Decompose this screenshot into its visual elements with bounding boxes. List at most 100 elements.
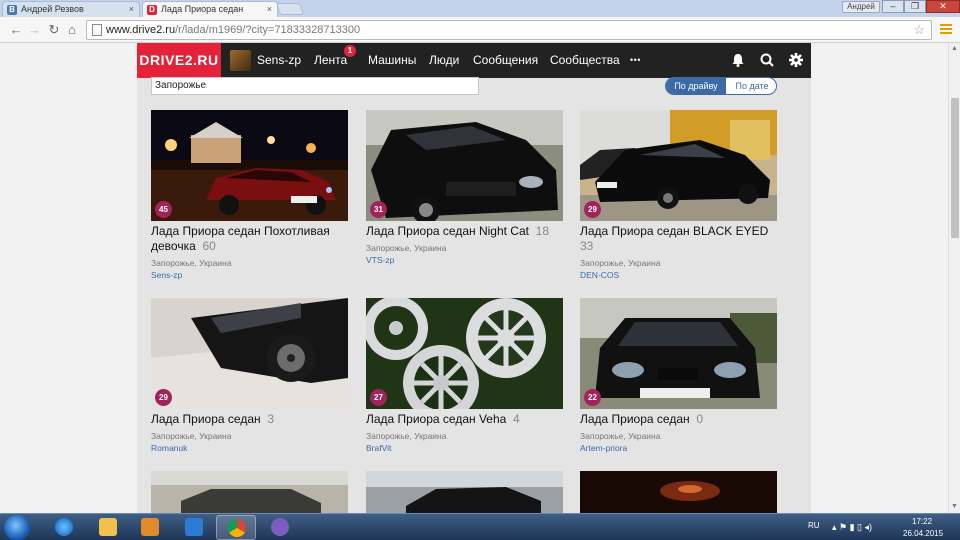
media-player-icon [141,518,159,536]
windows-taskbar: RU ▴ ⚑ ▮ ▯ ◂) 17:22 26.04.2015 [0,513,960,540]
car-author[interactable]: VTS-zp [366,255,394,265]
close-window-icon[interactable]: ✕ [926,0,960,13]
feed-notification-badge: 1 [344,45,356,57]
close-tab-icon[interactable]: × [129,2,134,17]
car-card[interactable]: 45 Лада Приора седан Похотливая девочка … [151,110,348,290]
taskbar-chrome[interactable] [216,515,256,540]
car-photo[interactable] [151,471,348,513]
nav-messages[interactable]: Сообщения [473,43,538,78]
user-avatar[interactable] [230,50,251,71]
profile-button[interactable]: Андрей [842,1,880,13]
forward-icon[interactable]: → [26,22,42,38]
nav-feed[interactable]: Лента [314,43,347,78]
search-icon[interactable] [759,52,775,68]
settings-gear-icon[interactable] [788,52,804,68]
photo-count-badge: 31 [370,201,387,218]
car-card[interactable]: 22 Лада Приора седан 0 Запорожье, Украин… [580,298,777,458]
screen: B Андрей Резвов × D Лада Приора седан × … [0,0,960,540]
car-title[interactable]: Лада Приора седан 0 [580,412,780,427]
car-photo[interactable]: 22 [580,298,777,409]
drive2-favicon-icon: D [147,5,157,15]
car-location: Запорожье, Украина [580,431,661,441]
car-rating: 4 [513,412,520,426]
car-author[interactable]: Sens-zp [151,270,182,280]
car-photo[interactable] [580,471,777,513]
taskbar-viber[interactable] [260,515,300,540]
back-icon[interactable]: ← [8,22,24,38]
nav-people[interactable]: Люди [429,43,459,78]
photo-count-badge: 45 [155,201,172,218]
photo-count-badge: 29 [155,389,172,406]
folder-icon [99,518,117,536]
photo-count-badge: 27 [370,389,387,406]
nav-cars[interactable]: Машины [368,43,416,78]
page-icon [92,24,102,36]
car-author[interactable]: BrafVit [366,443,391,453]
home-icon[interactable]: ⌂ [64,22,80,38]
car-author[interactable]: Romanuk [151,443,187,453]
car-card[interactable] [580,471,777,513]
car-title[interactable]: Лада Приора седан Похотливая девочка 60 [151,224,351,254]
nav-user[interactable]: Sens-zp [257,43,301,78]
taskbar-explorer[interactable] [88,515,128,540]
car-card[interactable] [151,471,348,513]
car-rating: 60 [202,239,216,253]
notifications-bell-icon[interactable] [730,52,746,68]
car-rating: 18 [535,224,550,238]
car-location: Запорожье, Украина [151,431,232,441]
photo-count-badge: 29 [584,201,601,218]
car-photo[interactable]: 27 [366,298,563,409]
reload-icon[interactable]: ↻ [46,22,62,38]
car-card[interactable] [366,471,563,513]
sort-by-date-button[interactable]: По дате [726,78,776,94]
car-photo[interactable]: 45 [151,110,348,221]
sort-toggle: По драйву По дате [665,77,777,95]
car-card[interactable]: 29 Лада Приора седан 3 Запорожье, Украин… [151,298,348,458]
url-text: www.drive2.ru/r/lada/m1969/?city=7183332… [106,24,361,36]
car-author[interactable]: DEN-COS [580,270,619,280]
close-tab-icon[interactable]: × [267,2,272,17]
scroll-up-icon[interactable]: ▲ [951,45,958,52]
car-location: Запорожье, Украина [580,258,661,268]
clock-date[interactable]: 26.04.2015 [903,529,943,540]
tab-drive2[interactable]: D Лада Приора седан × [142,1,278,17]
new-tab-button[interactable] [275,3,305,15]
bookmark-star-icon[interactable]: ☆ [913,22,925,38]
site-logo[interactable]: DRIVE2.RU [137,43,221,78]
tab-vk[interactable]: B Андрей Резвов × [2,1,140,17]
car-photo[interactable]: 31 [366,110,563,221]
chrome-icon [228,519,246,537]
nav-communities[interactable]: Сообщества [550,43,620,78]
browser-toolbar: ← → ↻ ⌂ www.drive2.ru/r/lada/m1969/?city… [0,17,960,43]
car-card[interactable]: 31 Лада Приора седан Night Cat 18 Запоро… [366,110,563,290]
start-button[interactable] [4,515,30,540]
address-bar[interactable]: www.drive2.ru/r/lada/m1969/?city=7183332… [86,20,932,40]
page-scrollbar[interactable]: ▲ ▼ [948,43,960,513]
site-header: DRIVE2.RU Sens-zp Лента 1 Машины Люди Со… [137,43,811,78]
scroll-down-icon[interactable]: ▼ [951,503,958,510]
car-title[interactable]: Лада Приора седан Veha 4 [366,412,566,427]
maximize-icon[interactable]: ❐ [904,0,926,13]
language-indicator[interactable]: RU [808,521,820,540]
car-title[interactable]: Лада Приора седан 3 [151,412,351,427]
sort-by-drive-button[interactable]: По драйву [666,78,726,94]
car-location: Запорожье, Украина [366,431,447,441]
taskbar-app[interactable] [174,515,214,540]
car-title[interactable]: Лада Приора седан BLACK EYED 33 [580,224,780,254]
city-filter-input[interactable]: Запорожье [151,77,479,95]
tray-icons[interactable]: ▴ ⚑ ▮ ▯ ◂) [832,522,872,540]
car-author[interactable]: Artem-priora [580,443,627,453]
car-card[interactable]: 29 Лада Приора седан BLACK EYED 33 Запор… [580,110,777,290]
taskbar-media[interactable] [130,515,170,540]
chrome-menu-icon[interactable] [940,22,952,38]
nav-more[interactable]: • • • [630,43,641,78]
car-photo[interactable]: 29 [580,110,777,221]
minimize-icon[interactable]: – [882,0,904,13]
taskbar-ie[interactable] [44,515,84,540]
car-title[interactable]: Лада Приора седан Night Cat 18 [366,224,566,239]
car-photo[interactable]: 29 [151,298,348,409]
scroll-thumb[interactable] [951,98,959,238]
car-card[interactable]: 27 Лада Приора седан Veha 4 Запорожье, У… [366,298,563,458]
car-rating: 3 [267,412,274,426]
car-photo[interactable] [366,471,563,513]
